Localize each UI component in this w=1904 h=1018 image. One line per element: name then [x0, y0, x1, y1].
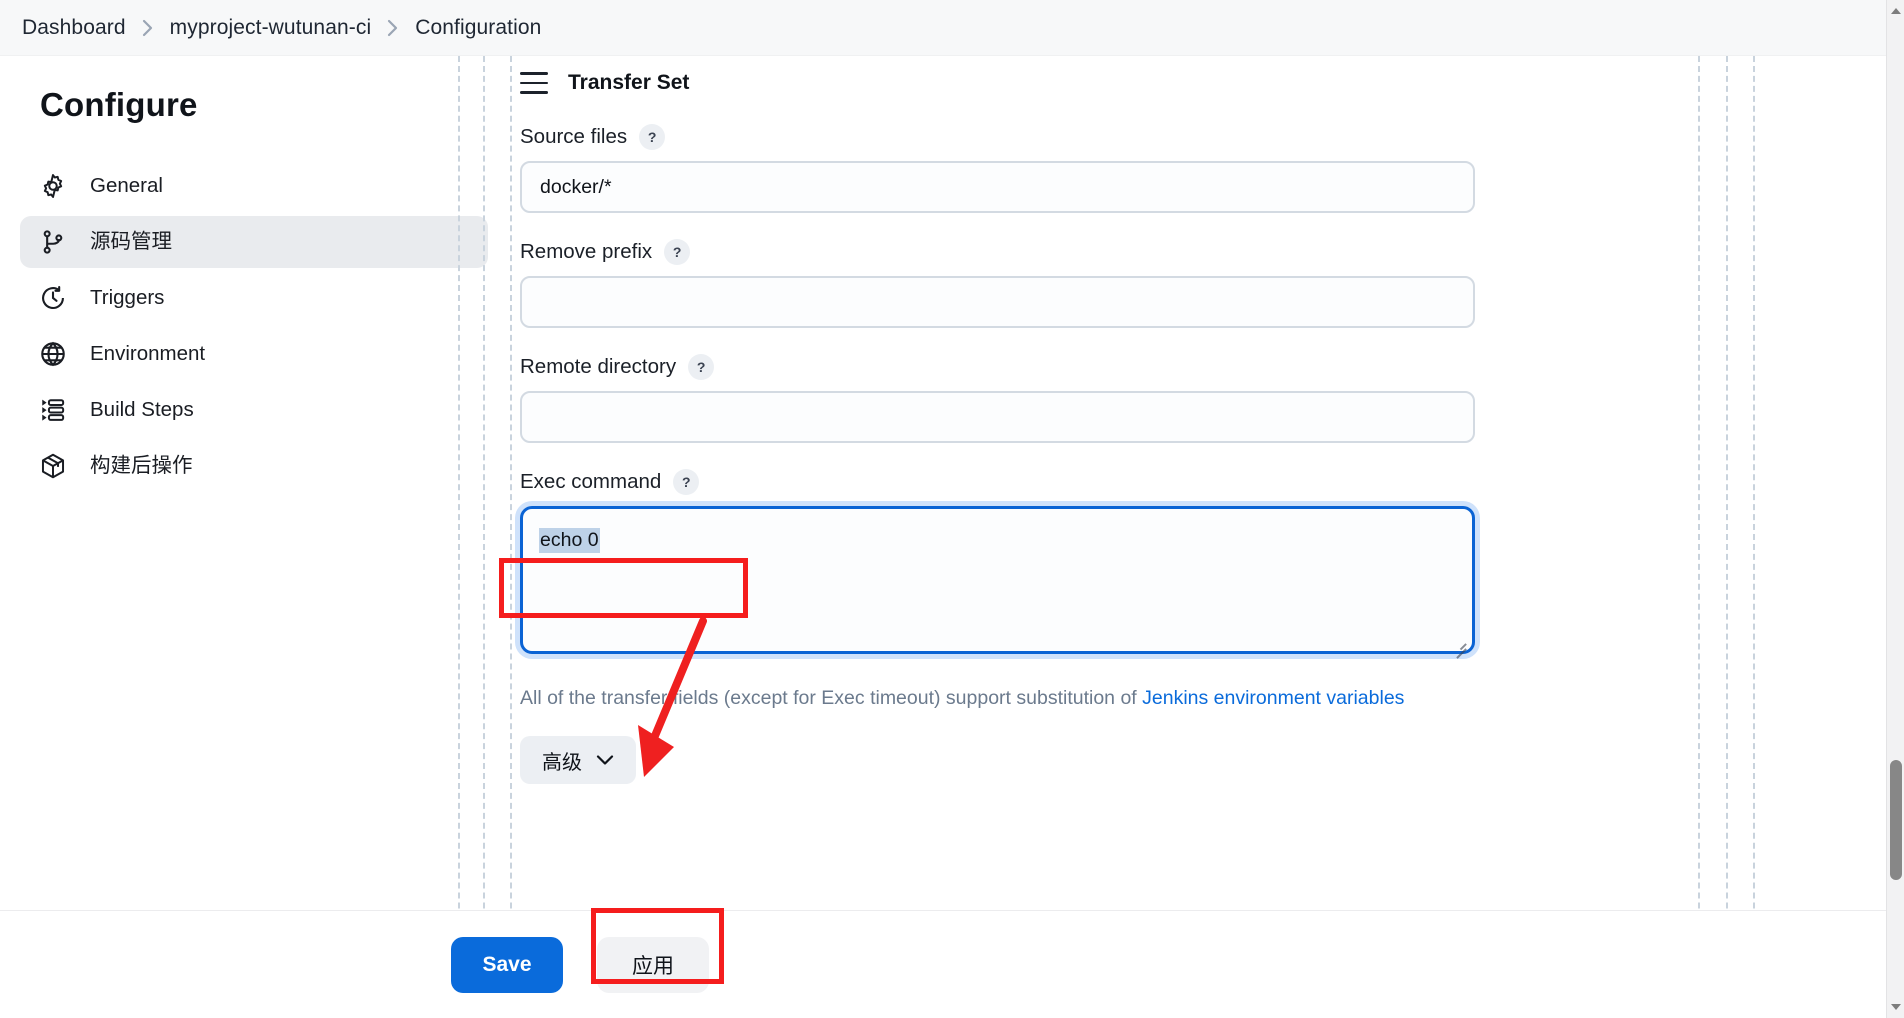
sidebar-item-label: Build Steps — [90, 397, 194, 421]
sidebar-item-label: General — [90, 173, 163, 197]
help-icon[interactable]: ? — [639, 124, 666, 150]
guide-line — [510, 56, 512, 1018]
advanced-label: 高级 — [542, 751, 582, 774]
package-box-icon — [38, 451, 68, 481]
triangle-up-icon[interactable] — [1887, 2, 1904, 20]
source-files-input[interactable] — [520, 161, 1475, 213]
guide-line — [1726, 56, 1728, 1018]
field-exec-command: Exec command ? echo 0 — [520, 469, 1475, 659]
field-label: Exec command ? — [520, 469, 1475, 495]
note-text: All of the transfer fields (except for E… — [520, 687, 1143, 709]
breadcrumb: Dashboard myproject-wutunan-ci Configura… — [0, 0, 1886, 56]
section-title: Transfer Set — [568, 71, 690, 94]
remote-directory-input[interactable] — [520, 391, 1475, 443]
field-label: Remove prefix ? — [520, 239, 1475, 265]
sidebar-item-label: 源码管理 — [90, 229, 172, 253]
help-icon[interactable]: ? — [688, 354, 715, 380]
page-title: Configure — [40, 86, 198, 123]
sidebar-item-label: 构建后操作 — [90, 453, 193, 477]
source-branch-icon — [38, 227, 68, 257]
exec-command-wrapper: echo 0 — [520, 506, 1475, 659]
breadcrumb-item-configuration[interactable]: Configuration — [415, 16, 541, 40]
drag-handle-icon[interactable] — [520, 72, 548, 94]
globe-icon — [38, 339, 68, 369]
form-footer: Save 应用 — [0, 910, 1886, 1018]
sidebar: Configure General 源码管理 Triggers Environm… — [0, 56, 510, 1018]
advanced-button[interactable]: 高级 — [520, 736, 636, 785]
remove-prefix-input[interactable] — [520, 276, 1475, 328]
scrollbar-thumb[interactable] — [1890, 760, 1902, 880]
help-icon[interactable]: ? — [664, 239, 691, 265]
jenkins-environment-variables-link[interactable]: Jenkins environment variables — [1142, 687, 1404, 709]
page-body: Configure General 源码管理 Triggers Environm… — [0, 56, 1886, 1018]
transfer-set-header: Transfer Set — [520, 62, 1475, 104]
sidebar-nav: General 源码管理 Triggers Environment Build … — [0, 160, 510, 492]
exec-command-textarea[interactable] — [520, 506, 1475, 654]
triangle-down-icon[interactable] — [1887, 998, 1904, 1016]
vertical-scrollbar[interactable] — [1886, 0, 1904, 1018]
field-label: Source files ? — [520, 124, 1475, 150]
app-root: Dashboard myproject-wutunan-ci Configura… — [0, 0, 1904, 1018]
save-button[interactable]: Save — [451, 936, 563, 993]
field-label: Remote directory ? — [520, 354, 1475, 380]
field-remove-prefix: Remove prefix ? — [520, 239, 1475, 328]
gear-icon — [38, 171, 68, 201]
label-text: Remove prefix — [520, 240, 653, 263]
sidebar-item-label: Environment — [90, 341, 206, 365]
sidebar-item-source-code-management[interactable]: 源码管理 — [20, 216, 488, 268]
sidebar-item-environment[interactable]: Environment — [20, 328, 488, 380]
label-text: Source files — [520, 125, 628, 148]
guide-line — [483, 56, 485, 1018]
clock-icon — [38, 283, 68, 313]
breadcrumb-item-project[interactable]: myproject-wutunan-ci — [170, 16, 372, 40]
guide-line — [458, 56, 460, 1018]
chevron-right-icon — [142, 19, 154, 37]
help-icon[interactable]: ? — [673, 469, 700, 495]
field-remote-directory: Remote directory ? — [520, 354, 1475, 443]
configuration-form-panel: Transfer Set Source files ? Remove prefi… — [450, 56, 1886, 1018]
list-steps-icon — [38, 395, 68, 425]
chevron-down-icon — [596, 749, 614, 772]
sidebar-item-label: Triggers — [90, 285, 165, 309]
guide-line — [1753, 56, 1755, 1018]
sidebar-item-general[interactable]: General — [20, 160, 488, 212]
label-text: Remote directory — [520, 355, 677, 378]
label-text: Exec command — [520, 470, 662, 493]
field-source-files: Source files ? — [520, 124, 1475, 213]
sidebar-item-triggers[interactable]: Triggers — [20, 272, 488, 324]
breadcrumb-item-dashboard[interactable]: Dashboard — [22, 16, 126, 40]
chevron-right-icon — [387, 19, 399, 37]
sidebar-item-build-steps[interactable]: Build Steps — [20, 384, 488, 436]
transfer-set-form: Transfer Set Source files ? Remove prefi… — [520, 56, 1475, 785]
sidebar-item-post-build-actions[interactable]: 构建后操作 — [20, 440, 488, 492]
guide-line — [1698, 56, 1700, 1018]
apply-button[interactable]: 应用 — [597, 936, 709, 993]
substitution-note: All of the transfer fields (except for E… — [520, 685, 1475, 712]
